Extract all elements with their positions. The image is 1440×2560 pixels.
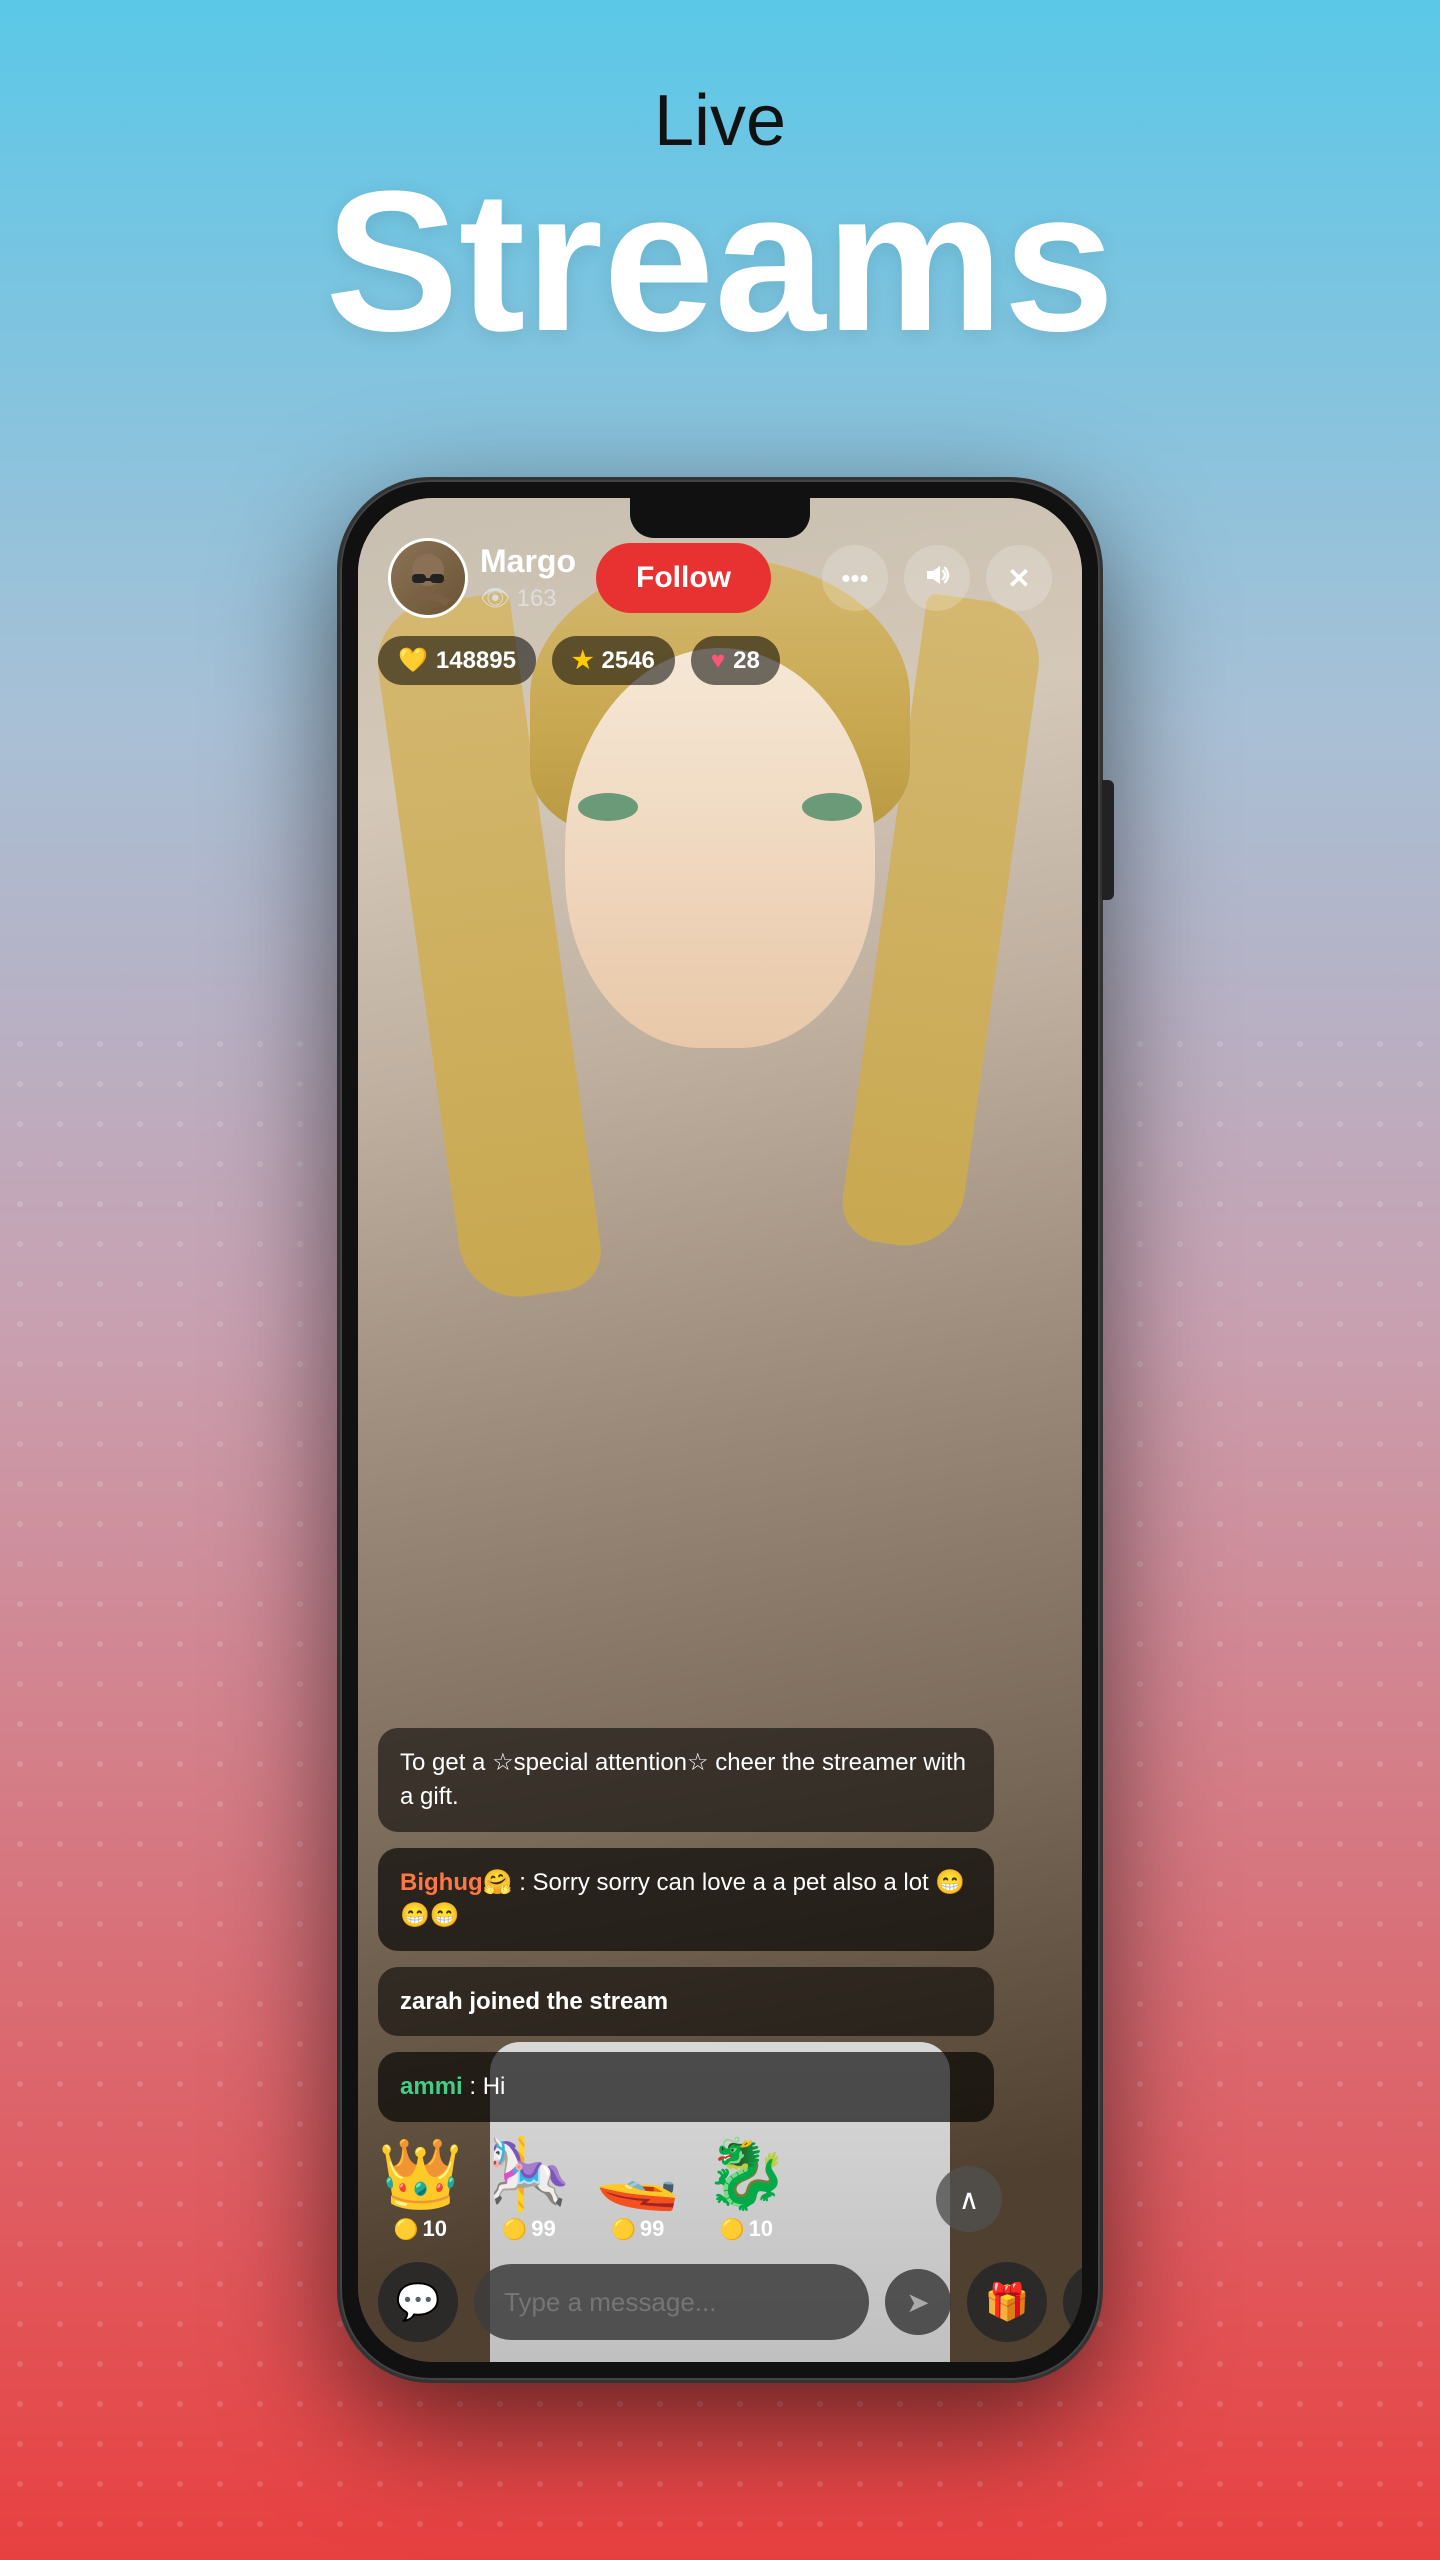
send-button[interactable]: ➤ — [885, 2269, 951, 2335]
top-bar: Margo 👁 163 Follow ••• — [358, 538, 1082, 618]
chevron-up-icon: ∧ — [959, 2183, 980, 2216]
heart-stat-icon: ♥ — [711, 647, 725, 675]
streamer-avatar[interactable] — [388, 538, 468, 618]
top-right-icons: ••• ✕ — [822, 545, 1052, 611]
volume-icon — [923, 561, 951, 596]
hearts-badge: ♥ 28 — [691, 636, 780, 685]
coin-icon-3: 🟡 — [611, 2217, 636, 2242]
close-button[interactable]: ✕ — [986, 545, 1052, 611]
streamer-info: Margo 👁 163 — [480, 543, 576, 613]
gift-item-crown[interactable]: 👑 🟡 10 — [378, 2140, 463, 2242]
phone-notch — [630, 498, 810, 538]
gift-crown-icon: 👑 — [378, 2140, 463, 2208]
chat-bubble-icon: 💬 — [396, 2281, 441, 2323]
gift-icon: 🎁 — [985, 2281, 1030, 2323]
message-input[interactable] — [474, 2264, 869, 2340]
phone-screen: Margo 👁 163 Follow ••• — [358, 498, 1082, 2362]
chat-join-message: zarah joined the stream — [378, 1967, 994, 2037]
chat-area: To get a ☆special attention☆ cheer the s… — [378, 1728, 1062, 2122]
coin-icon-1: 🟡 — [394, 2217, 419, 2242]
phone-frame: Margo 👁 163 Follow ••• — [340, 480, 1100, 2380]
gift-dragon-icon: 🐉 — [704, 2140, 789, 2208]
bottom-bar: 💬 ➤ 🎁 ♡ — [378, 2262, 1062, 2342]
chat-username-ammi: ammi — [400, 2073, 463, 2100]
coin-icon: 💛 — [398, 646, 428, 675]
coins-badge: 💛 148895 — [378, 636, 536, 685]
follow-button[interactable]: Follow — [596, 543, 771, 613]
gift-crown-cost: 🟡 10 — [394, 2216, 447, 2242]
gift-button[interactable]: 🎁 — [967, 2262, 1047, 2342]
stars-badge: ★ 2546 — [552, 636, 675, 685]
gift-item-carousel[interactable]: 🎠 🟡 99 — [487, 2140, 572, 2242]
coin-icon-2: 🟡 — [502, 2217, 527, 2242]
gift-item-boat[interactable]: 🚤 🟡 99 — [595, 2140, 680, 2242]
gift-carousel-icon: 🎠 — [487, 2140, 572, 2208]
more-options-button[interactable]: ••• — [822, 545, 888, 611]
chat-username-bighug: Bighug🤗 — [400, 1869, 513, 1896]
chat-system-message: To get a ☆special attention☆ cheer the s… — [378, 1728, 994, 1831]
gift-boat-cost: 🟡 99 — [611, 2216, 664, 2242]
scroll-up-button[interactable]: ∧ — [936, 2166, 1002, 2232]
gift-carousel-cost: 🟡 99 — [502, 2216, 555, 2242]
chat-icon-button[interactable]: 💬 — [378, 2262, 458, 2342]
gift-boat-icon: 🚤 — [595, 2140, 680, 2208]
star-icon: ★ — [572, 646, 594, 675]
phone-mockup: Margo 👁 163 Follow ••• — [340, 480, 1100, 2380]
viewer-count: 👁 163 — [480, 584, 576, 613]
streamer-name: Margo — [480, 543, 576, 580]
gift-item-dragon[interactable]: 🐉 🟡 10 — [704, 2140, 789, 2242]
close-icon: ✕ — [1007, 562, 1030, 595]
page-title-area: Live Streams — [0, 80, 1440, 362]
chat-message-bighug: Bighug🤗 : Sorry sorry can love a a pet a… — [378, 1848, 994, 1951]
avatar-image — [391, 541, 465, 615]
gift-dragon-cost: 🟡 10 — [720, 2216, 773, 2242]
more-icon: ••• — [841, 563, 868, 594]
gifts-row: 👑 🟡 10 🎠 🟡 99 🚤 🟡 — [378, 2140, 1002, 2242]
eye-icon: 👁 — [480, 584, 510, 613]
send-icon: ➤ — [906, 2286, 929, 2319]
coin-icon-4: 🟡 — [720, 2217, 745, 2242]
chat-message-ammi: ammi : Hi — [378, 2052, 994, 2122]
volume-button[interactable] — [904, 545, 970, 611]
stats-bar: 💛 148895 ★ 2546 ♥ 28 — [378, 636, 780, 685]
streams-label: Streams — [0, 162, 1440, 362]
